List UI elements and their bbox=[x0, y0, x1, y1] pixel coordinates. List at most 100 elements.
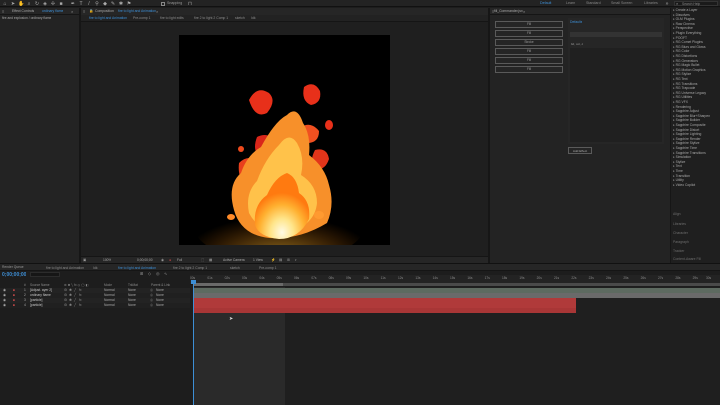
script-button-fill-3[interactable]: Fill bbox=[495, 48, 563, 55]
disclosure-triangle-icon[interactable]: ▸ bbox=[673, 54, 675, 58]
disclosure-triangle-icon[interactable]: ▸ bbox=[673, 86, 675, 90]
disclosure-triangle-icon[interactable]: ▸ bbox=[673, 183, 675, 187]
layer-bar-5[interactable] bbox=[193, 308, 576, 313]
sub-panel-align[interactable]: Align bbox=[673, 212, 681, 216]
composition-tab-label[interactable]: Composition bbox=[95, 8, 114, 15]
timeline-tab-pre-comp-1[interactable]: Pre-comp 1 bbox=[256, 265, 280, 271]
disclosure-triangle-icon[interactable]: ▸ bbox=[673, 109, 675, 113]
workspace-tab-standard[interactable]: Standard bbox=[586, 0, 601, 6]
snapping-checkbox[interactable] bbox=[161, 1, 165, 6]
sub-panel-tracker[interactable]: Tracker bbox=[673, 249, 684, 253]
disclosure-triangle-icon[interactable]: ▸ bbox=[673, 100, 675, 104]
disclosure-triangle-icon[interactable]: ▸ bbox=[673, 164, 675, 168]
disclosure-triangle-icon[interactable]: ▸ bbox=[673, 31, 675, 35]
type-tool-icon[interactable]: T bbox=[78, 1, 84, 7]
view-tab-idk[interactable]: Idk bbox=[248, 15, 259, 21]
zoom-tool-icon[interactable]: ⌕ bbox=[26, 1, 32, 7]
col-header-parent[interactable]: Parent & Link bbox=[151, 283, 170, 287]
timeline-tab-sketch[interactable]: sketch bbox=[227, 265, 243, 271]
panel-close-icon[interactable]: × bbox=[71, 8, 73, 15]
selection-tool-icon[interactable]: ➤ bbox=[10, 1, 16, 7]
defaults-input-bar[interactable] bbox=[570, 32, 662, 37]
view-tab-fire2-comp1[interactable]: fire 2 to light 2 Comp 1 bbox=[191, 15, 231, 21]
comp-flowchart-icon[interactable]: ⊞ bbox=[140, 271, 143, 276]
composition-close-icon[interactable]: × bbox=[156, 8, 158, 15]
disclosure-triangle-icon[interactable]: ▸ bbox=[673, 95, 675, 99]
shape-tool-icon[interactable]: ■ bbox=[58, 1, 64, 7]
disclosure-triangle-icon[interactable]: ▸ bbox=[673, 77, 675, 81]
render-queue-tab[interactable]: Render Queue bbox=[2, 264, 24, 271]
disclosure-triangle-icon[interactable]: ▸ bbox=[673, 22, 675, 26]
disclosure-triangle-icon[interactable]: ▸ bbox=[673, 72, 675, 76]
playhead-handle[interactable] bbox=[191, 280, 196, 284]
camera-tool-icon[interactable]: ◈ bbox=[42, 1, 48, 7]
disclosure-triangle-icon[interactable]: ▸ bbox=[673, 174, 675, 178]
timeline-tab-fire-to-light-active[interactable]: fire to light and Animation bbox=[115, 265, 159, 271]
snap-options-icon[interactable]: ⊓ bbox=[187, 1, 193, 7]
view-tab-pre-comp-1[interactable]: Pre-comp 1 bbox=[130, 15, 154, 21]
search-help-field[interactable]: ⌕ Search Help bbox=[674, 1, 718, 6]
disclosure-triangle-icon[interactable]: ▸ bbox=[673, 8, 675, 12]
fx-switch-icon[interactable]: fx bbox=[79, 303, 82, 308]
layer-trkmat[interactable]: None bbox=[128, 303, 136, 308]
graph-editor-icon[interactable]: ∿ bbox=[164, 271, 167, 276]
playhead[interactable] bbox=[193, 280, 194, 405]
shy-switch-icon[interactable]: ⚙ bbox=[64, 303, 67, 308]
disclosure-triangle-icon[interactable]: ▸ bbox=[673, 13, 675, 17]
disclosure-triangle-icon[interactable]: ▸ bbox=[673, 26, 675, 30]
layer-row[interactable]: ◉ ■ 4 [particle] ⚙ ✱ ╱ fx Normal None ◎ None bbox=[0, 303, 190, 308]
disclosure-triangle-icon[interactable]: ▸ bbox=[673, 114, 675, 118]
sub-panel-content-aware-fill[interactable]: Content-Aware Fill bbox=[673, 257, 701, 261]
home-icon[interactable]: ⌂ bbox=[2, 1, 8, 7]
disclosure-triangle-icon[interactable]: ▸ bbox=[673, 169, 675, 173]
disclosure-triangle-icon[interactable]: ▸ bbox=[673, 178, 675, 182]
layer-parent[interactable]: None bbox=[156, 303, 164, 308]
timeline-tab-fire-to-light[interactable]: fire to light and Animation bbox=[43, 265, 87, 271]
eraser-tool-icon[interactable]: ◆ bbox=[102, 1, 108, 7]
script-button-fill-5[interactable]: Fill bbox=[495, 66, 563, 73]
workspace-tab-default[interactable]: Default bbox=[540, 0, 551, 6]
disclosure-triangle-icon[interactable]: ▸ bbox=[673, 118, 675, 122]
disclosure-triangle-icon[interactable]: ▸ bbox=[673, 17, 675, 21]
sub-panel-character[interactable]: Character bbox=[673, 231, 688, 235]
defaults-list-area[interactable] bbox=[570, 48, 662, 142]
disclosure-triangle-icon[interactable]: ▸ bbox=[673, 45, 675, 49]
disclosure-triangle-icon[interactable]: ▸ bbox=[673, 91, 675, 95]
orbit-tool-icon[interactable]: ↻ bbox=[34, 1, 40, 7]
disclosure-triangle-icon[interactable]: ▸ bbox=[673, 151, 675, 155]
script-button-fill-4[interactable]: Fill bbox=[495, 57, 563, 64]
view-tab-fire-to-light[interactable]: fire to light and Animation bbox=[86, 15, 130, 21]
add-effect-button[interactable]: Add Effect bbox=[568, 147, 592, 154]
disclosure-triangle-icon[interactable]: ▸ bbox=[673, 123, 675, 127]
view-tab-fire-to-light-edits[interactable]: fire to light edits bbox=[157, 15, 187, 21]
visibility-eye-icon[interactable]: ◉ bbox=[3, 303, 6, 308]
timeline-tab-idk[interactable]: Idk bbox=[90, 265, 101, 271]
composition-lock-icon[interactable]: 🔒 bbox=[89, 8, 93, 15]
view-tab-sketch[interactable]: sketch bbox=[232, 15, 248, 21]
layer-mode[interactable]: Normal bbox=[104, 303, 115, 308]
col-header-mode[interactable]: Mode bbox=[104, 283, 112, 287]
parent-pickwhip-icon[interactable]: ◎ bbox=[150, 303, 153, 308]
disclosure-triangle-icon[interactable]: ▸ bbox=[673, 132, 675, 136]
script-button-fill-2[interactable]: Fill bbox=[495, 30, 563, 37]
effect-controls-tab[interactable]: Effect Controls bbox=[12, 8, 34, 15]
quality-switch-icon[interactable]: ╱ bbox=[74, 303, 76, 308]
disclosure-triangle-icon[interactable]: ▸ bbox=[673, 68, 675, 72]
disclosure-triangle-icon[interactable]: ▸ bbox=[673, 155, 675, 159]
hand-tool-icon[interactable]: ✋ bbox=[18, 1, 24, 7]
script-panel-close-icon[interactable]: × bbox=[523, 8, 525, 15]
composition-canvas[interactable] bbox=[179, 35, 390, 245]
puppet-tool-icon[interactable]: ✱ bbox=[118, 1, 124, 7]
motion-blur-icon[interactable]: ◎ bbox=[156, 271, 160, 276]
composition-menu-icon[interactable]: ≡ bbox=[83, 8, 85, 15]
puppet-pin-icon[interactable]: ⚑ bbox=[126, 1, 132, 7]
disclosure-triangle-icon[interactable]: ▸ bbox=[673, 160, 675, 164]
sub-panel-paragraph[interactable]: Paragraph bbox=[673, 240, 689, 244]
roto-tool-icon[interactable]: ✎ bbox=[110, 1, 116, 7]
script-button-fill-1[interactable]: Fill bbox=[495, 21, 563, 28]
disclosure-triangle-icon[interactable]: ▸ bbox=[673, 40, 675, 44]
disclosure-triangle-icon[interactable]: ▸ bbox=[673, 105, 675, 109]
disclosure-triangle-icon[interactable]: ▸ bbox=[673, 82, 675, 86]
sub-panel-libraries[interactable]: Libraries bbox=[673, 222, 686, 226]
col-header-source[interactable]: Source Name bbox=[30, 283, 50, 287]
